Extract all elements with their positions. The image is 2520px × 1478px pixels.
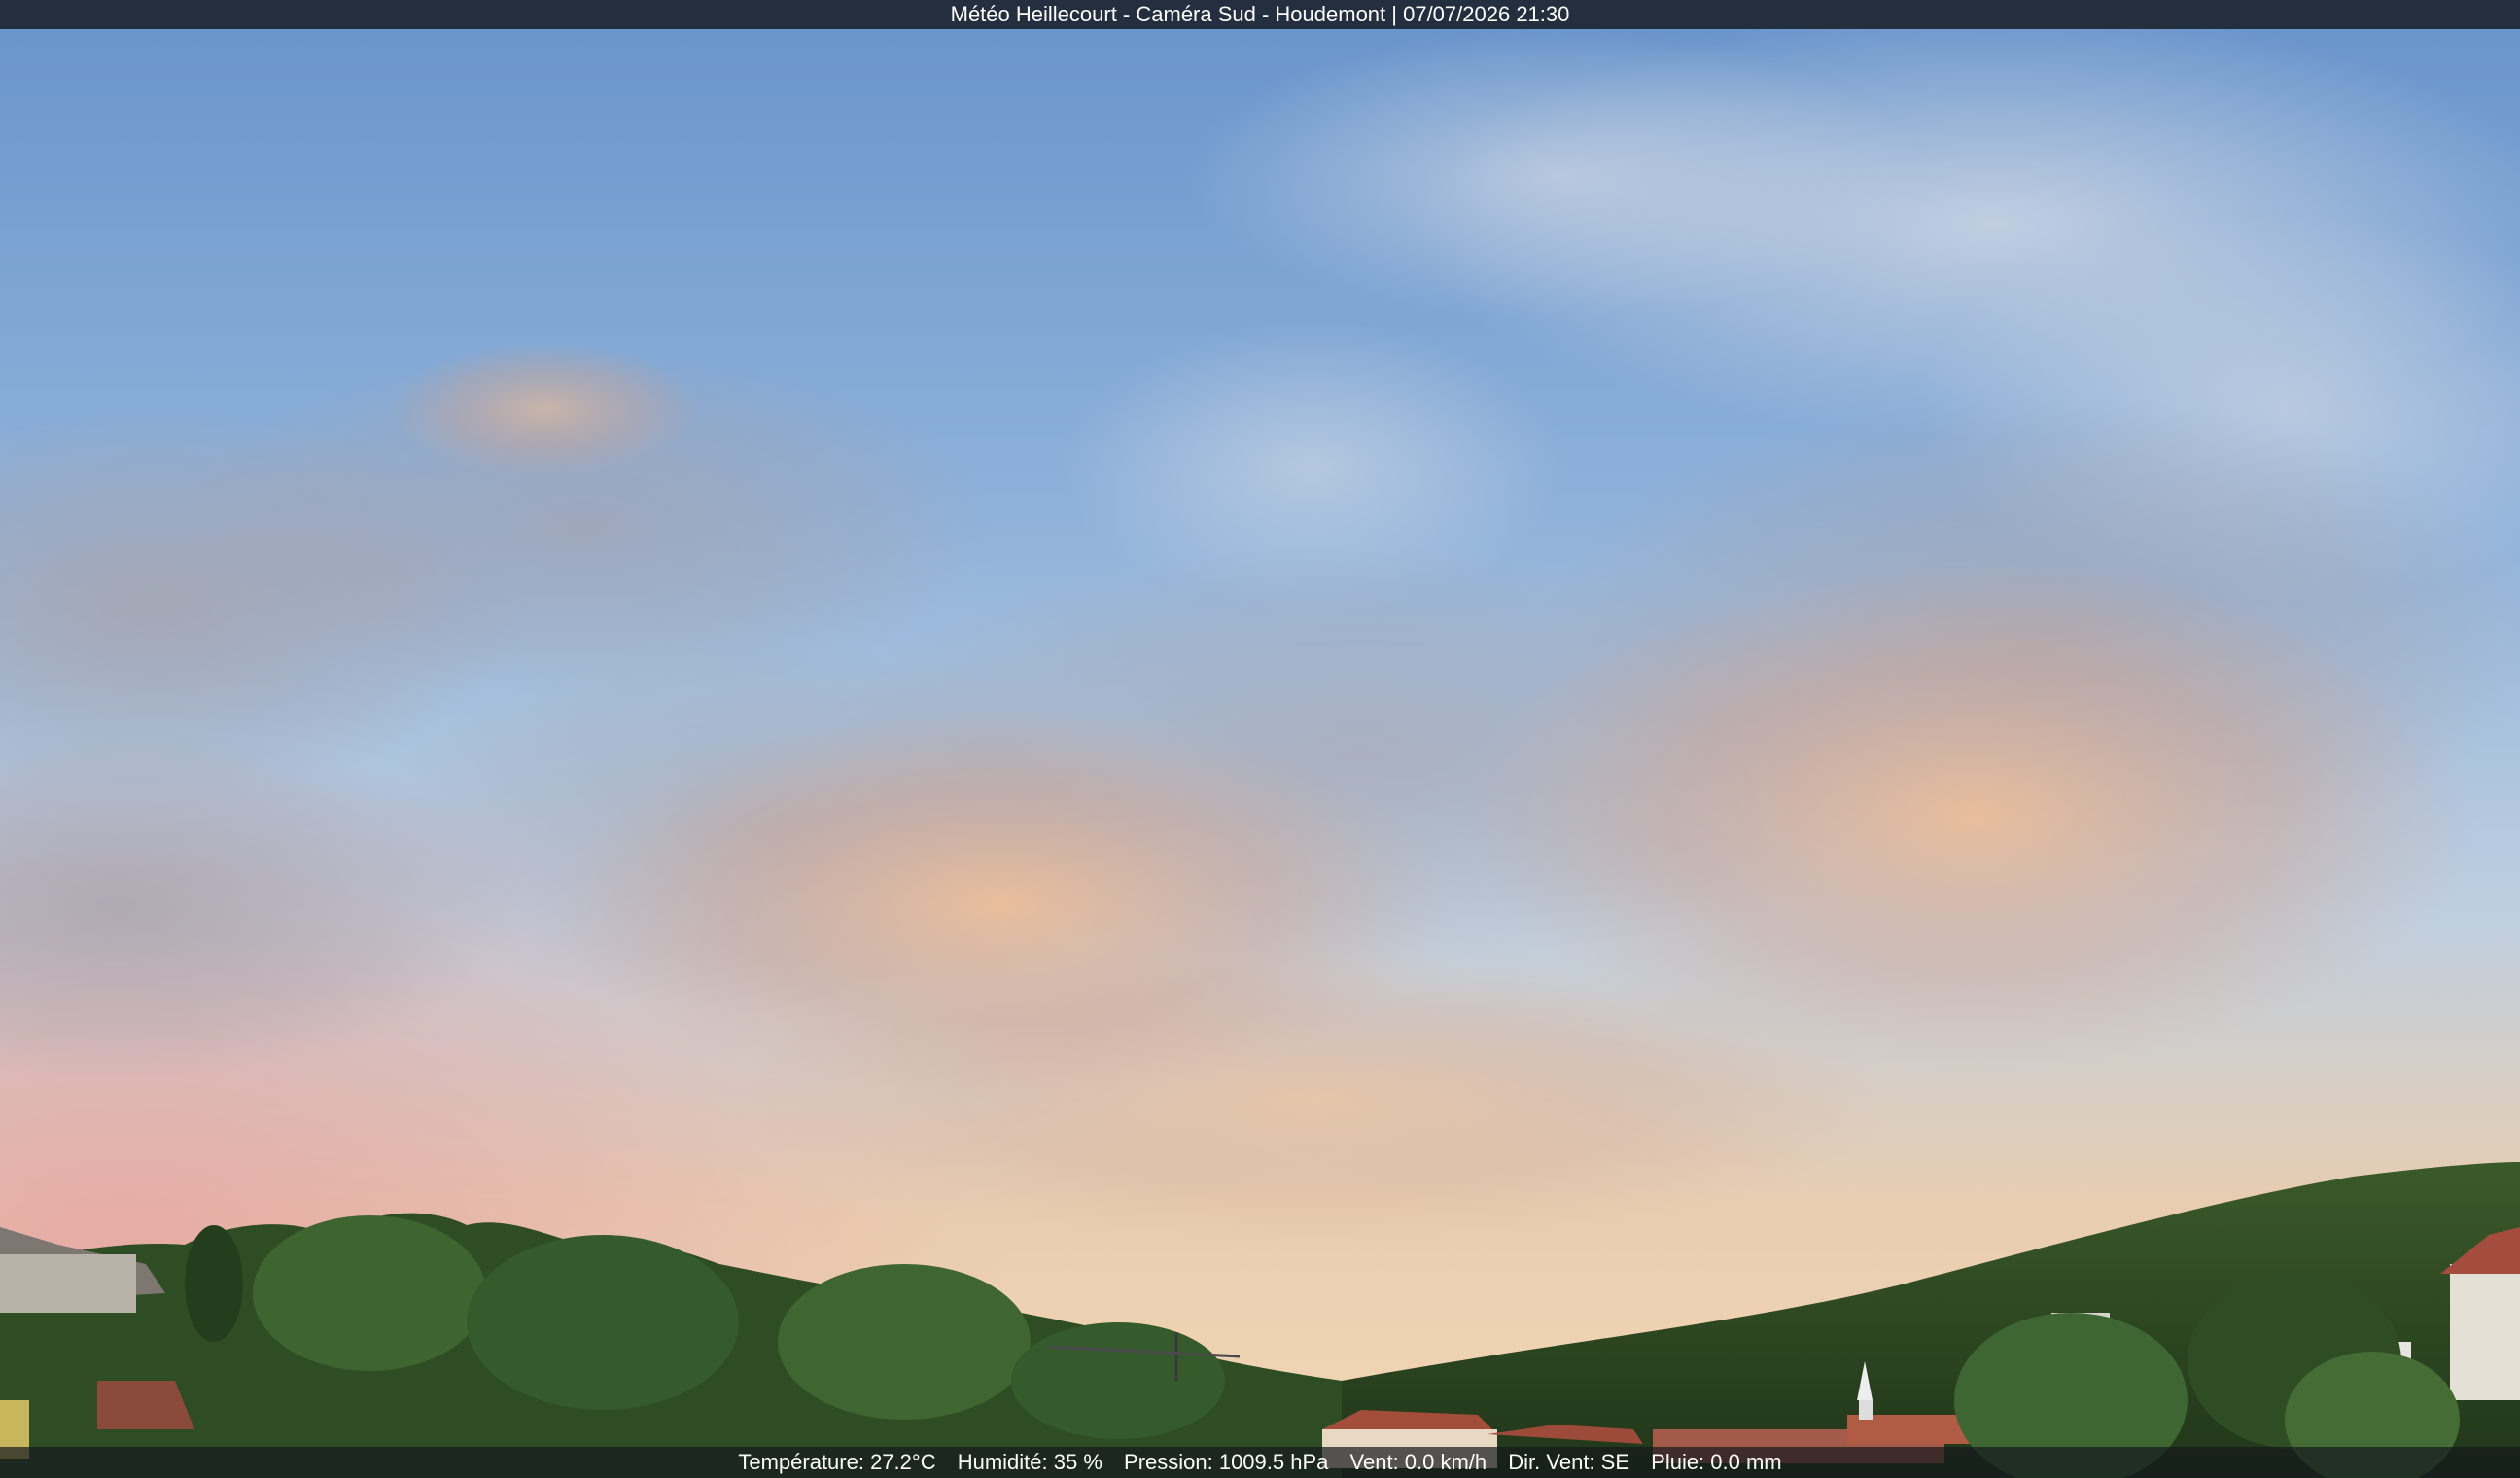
- wind-direction-readout: Dir. Vent: SE: [1508, 1450, 1630, 1474]
- rain-readout: Pluie: 0.0 mm: [1651, 1450, 1782, 1474]
- temperature-readout: Température: 27.2°C: [738, 1450, 936, 1474]
- humidity-readout: Humidité: 35 %: [957, 1450, 1102, 1474]
- camera-title: Météo Heillecourt - Caméra Sud - Houdemo…: [950, 2, 1570, 26]
- wind-speed-readout: Vent: 0.0 km/h: [1349, 1450, 1488, 1474]
- webcam-image: [0, 0, 2520, 1478]
- weather-readout-bar: Température: 27.2°C Humidité: 35 % Press…: [0, 1447, 2520, 1478]
- camera-title-bar: Météo Heillecourt - Caméra Sud - Houdemo…: [0, 0, 2520, 29]
- pressure-readout: Pression: 1009.5 hPa: [1124, 1450, 1329, 1474]
